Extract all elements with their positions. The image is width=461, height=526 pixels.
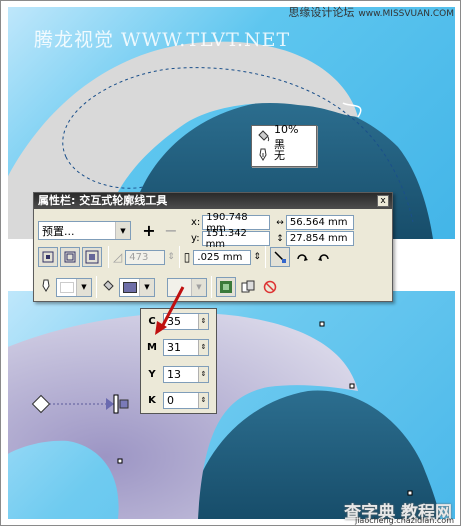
site-name: 思缘设计论坛 xyxy=(288,6,355,19)
property-row-2: ◿ 473 ⇕ ▯ .025 mm ⇕ xyxy=(34,246,392,268)
separator xyxy=(211,276,212,298)
separator xyxy=(96,276,97,298)
chevron-down-icon: ▼ xyxy=(76,278,91,296)
steps-spinner-icon[interactable]: ⇕ xyxy=(167,252,175,262)
position-fields: x: 190.748 mm y: 151.342 mm xyxy=(191,212,271,250)
outside-icon[interactable] xyxy=(82,247,102,267)
y-input-cmyk[interactable]: 13 ⇕ xyxy=(163,365,209,383)
outline-color-dropdown[interactable]: ▼ xyxy=(56,277,92,297)
outline-pen-icon xyxy=(40,279,52,296)
watermark-text: 腾龙视觉 WWW.TLVT.NET xyxy=(34,29,291,51)
property-row-1: 预置... ▼ + − x: 190.748 mm y: 151.342 mm … xyxy=(34,212,392,250)
y-label: y: xyxy=(191,233,200,244)
offset-spinner-icon[interactable]: ⇕ xyxy=(253,252,261,262)
offset-icon: ▯ xyxy=(183,250,191,264)
tooltip-row-fill: 10% 黑 xyxy=(256,123,312,151)
spinner-icon[interactable]: ⇕ xyxy=(198,392,208,408)
preset-dropdown[interactable]: 预置... ▼ xyxy=(38,221,131,240)
copy-contour-icon[interactable] xyxy=(216,277,236,297)
spinner-icon[interactable]: ⇕ xyxy=(198,339,208,355)
y-input[interactable]: 151.342 mm xyxy=(201,228,270,250)
k-label: K xyxy=(148,394,156,406)
fill-color-dropdown[interactable]: ▼ xyxy=(119,277,155,297)
chevron-down-icon: ▼ xyxy=(115,222,130,239)
clone-contour-icon[interactable] xyxy=(238,277,258,297)
spinner-icon[interactable]: ⇕ xyxy=(198,313,208,329)
screenshot-frame: 腾龙视觉 WWW.TLVT.NET 思缘设计论坛 www.MISSVUAN.COM… xyxy=(0,0,461,526)
size-fields: ↔ 56.564 mm ↕ 27.854 mm xyxy=(276,215,354,246)
separator xyxy=(178,246,180,268)
pen-nib-icon xyxy=(256,147,270,164)
chevron-down-icon: ▼ xyxy=(191,278,206,296)
width-input[interactable]: 56.564 mm xyxy=(285,215,354,230)
x-label: x: xyxy=(191,217,201,228)
site-credit: 思缘设计论坛 www.MISSVUAN.COM xyxy=(288,4,454,20)
clockwise-color-icon[interactable] xyxy=(292,247,312,267)
fill-bucket-icon xyxy=(256,129,270,146)
separator xyxy=(108,246,109,268)
slider-handle[interactable] xyxy=(113,394,119,414)
inside-icon[interactable] xyxy=(60,247,80,267)
offset-input[interactable]: .025 mm xyxy=(193,249,252,265)
m-input[interactable]: 31 ⇕ xyxy=(163,338,209,356)
k-input[interactable]: 0 ⇕ xyxy=(163,391,209,409)
width-icon: ↔ xyxy=(276,217,284,228)
add-preset-icon[interactable]: + xyxy=(139,221,159,241)
cmyk-row-y: Y 13 ⇕ xyxy=(141,364,216,384)
fill-bucket-icon xyxy=(101,279,115,296)
spinner-icon[interactable]: ⇕ xyxy=(198,366,208,382)
k-value: 0 xyxy=(167,393,174,407)
y-value-cmyk: 13 xyxy=(167,367,181,381)
counterclockwise-color-icon[interactable] xyxy=(314,247,334,267)
linear-color-icon[interactable] xyxy=(269,247,290,267)
height-input[interactable]: 27.854 mm xyxy=(285,231,354,246)
outline-color-swatch xyxy=(60,281,74,293)
tooltip-outline-text: 无 xyxy=(274,149,285,162)
footer-url: jiaocheng.chazidian.com xyxy=(354,516,454,525)
end-handle[interactable] xyxy=(119,399,129,409)
property-bar-window[interactable]: 属性栏: 交互式轮廓线工具 x 预置... ▼ + − x: 190.748 m… xyxy=(33,192,393,302)
y-label-cmyk: Y xyxy=(148,368,156,380)
site-url: www.MISSVUAN.COM xyxy=(358,9,454,19)
bottom-artwork xyxy=(8,312,440,519)
height-icon: ↕ xyxy=(276,233,284,244)
property-bar-title: 属性栏: 交互式轮廓线工具 xyxy=(38,194,168,207)
m-label: M xyxy=(147,341,157,353)
property-row-3: ▼ ▼ ▼ xyxy=(34,276,392,298)
fill-color-swatch xyxy=(123,281,137,293)
steps-input[interactable]: 473 xyxy=(125,249,166,265)
steps-icon: ◿ xyxy=(113,250,123,264)
red-arrow-icon xyxy=(155,286,185,335)
color-tooltip: 10% 黑 无 xyxy=(251,123,317,167)
cmyk-row-k: K 0 ⇕ xyxy=(141,390,216,410)
separator xyxy=(264,246,266,268)
preset-value: 预置... xyxy=(42,224,75,238)
to-center-icon[interactable] xyxy=(38,247,58,267)
close-button[interactable]: x xyxy=(377,195,389,207)
clear-contour-icon[interactable] xyxy=(260,277,280,297)
bottom-canvas[interactable] xyxy=(8,291,455,519)
remove-preset-icon[interactable]: − xyxy=(161,221,181,241)
m-value: 31 xyxy=(167,340,181,354)
property-bar-titlebar[interactable]: 属性栏: 交互式轮廓线工具 x xyxy=(34,193,392,209)
